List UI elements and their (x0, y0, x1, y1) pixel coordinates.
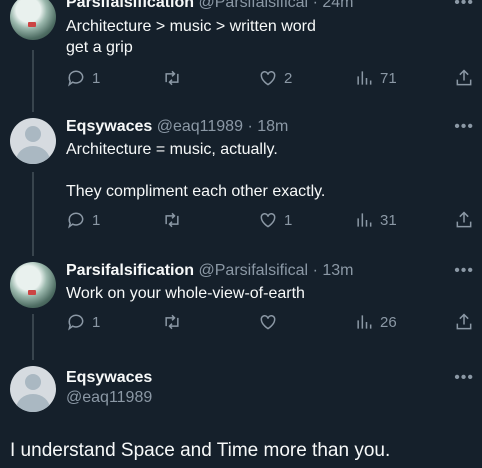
share-button[interactable] (454, 68, 474, 88)
main-tweet-text: I understand Space and Time more than yo… (10, 440, 391, 461)
avatar-head (25, 374, 41, 390)
view-count: 26 (380, 313, 397, 331)
author-name-text: Eqsywaces (66, 369, 153, 386)
author-name[interactable]: Eqsywaces (66, 369, 152, 387)
tweet-actions: 1 26 (66, 312, 476, 334)
timestamp[interactable]: 18m (257, 118, 288, 135)
like-button[interactable]: 2 (258, 68, 292, 88)
views-button[interactable]: 26 (354, 312, 397, 332)
more-icon[interactable]: ••• (454, 369, 474, 387)
tweet-actions: 1 1 31 (66, 210, 476, 232)
share-button[interactable] (454, 210, 474, 230)
views-icon (357, 315, 372, 329)
tweet-text: Work on your whole-view-of-earth (66, 285, 305, 302)
views-button[interactable]: 71 (354, 68, 397, 88)
retweet-button[interactable] (162, 68, 188, 88)
more-icon[interactable]: ••• (454, 262, 474, 280)
retweet-icon (165, 314, 179, 330)
more-icon[interactable]: ••• (454, 118, 474, 136)
retweet-icon (165, 212, 179, 228)
view-count: 71 (380, 69, 397, 87)
reply-count: 1 (92, 313, 101, 331)
avatar-body (16, 394, 50, 412)
tweet-text: Architecture > music > written word get … (66, 18, 316, 56)
share-icon (456, 211, 472, 228)
reply-button[interactable]: 1 (66, 68, 100, 88)
tweet-header: Parsifalsification @Parsifalsifical · 24… (66, 0, 353, 12)
avatar[interactable] (10, 118, 56, 164)
thread-line (32, 172, 34, 256)
heart-icon (260, 314, 276, 330)
like-button[interactable]: 1 (258, 210, 292, 230)
reply-button[interactable]: 1 (66, 210, 100, 230)
avatar[interactable] (10, 0, 56, 40)
retweet-icon (165, 70, 179, 86)
like-count: 2 (284, 69, 293, 87)
separator: · (247, 118, 253, 135)
tweet-header: Parsifalsification @Parsifalsifical · 13… (66, 262, 353, 280)
like-button[interactable] (258, 312, 284, 332)
author-handle[interactable]: @eaq11989 (66, 389, 152, 407)
share-icon (456, 69, 472, 86)
tweet-actions: 1 2 71 (66, 68, 476, 90)
views-icon (357, 71, 372, 85)
author-name[interactable]: Eqsywaces (66, 118, 152, 135)
retweet-button[interactable] (162, 210, 188, 230)
author-name[interactable]: Parsifalsification (66, 262, 194, 279)
author-handle[interactable]: @Parsifalsifical (199, 262, 309, 279)
share-icon (456, 313, 472, 330)
avatar-head (25, 126, 41, 142)
author-handle-text: @eaq11989 (66, 389, 153, 406)
separator: · (312, 0, 318, 11)
author-handle[interactable]: @eaq11989 (157, 118, 243, 135)
reply-button[interactable]: 1 (66, 312, 100, 332)
reply-count: 1 (92, 69, 101, 87)
thread-line (32, 314, 34, 360)
views-button[interactable]: 31 (354, 210, 397, 230)
view-count: 31 (380, 211, 397, 229)
reply-icon (68, 70, 84, 87)
separator: · (312, 262, 318, 279)
avatar-body (16, 146, 50, 164)
more-icon[interactable]: ••• (454, 0, 474, 12)
avatar[interactable] (10, 366, 56, 412)
like-count: 1 (284, 211, 293, 229)
avatar[interactable] (10, 262, 56, 308)
heart-icon (260, 70, 276, 86)
author-handle[interactable]: @Parsifalsifical (199, 0, 309, 11)
views-icon (357, 213, 372, 227)
heart-icon (260, 212, 276, 228)
tweet-header: Eqsywaces @eaq11989 · 18m (66, 118, 288, 136)
tweet-text: Architecture = music, actually. They com… (66, 141, 326, 200)
thread-line (32, 50, 34, 112)
reply-icon (68, 212, 84, 229)
reply-icon (68, 314, 84, 331)
reply-count: 1 (92, 211, 101, 229)
share-button[interactable] (454, 312, 474, 332)
author-name[interactable]: Parsifalsification (66, 0, 194, 11)
timestamp[interactable]: 13m (322, 262, 353, 279)
timestamp[interactable]: 24m (322, 0, 353, 11)
retweet-button[interactable] (162, 312, 188, 332)
